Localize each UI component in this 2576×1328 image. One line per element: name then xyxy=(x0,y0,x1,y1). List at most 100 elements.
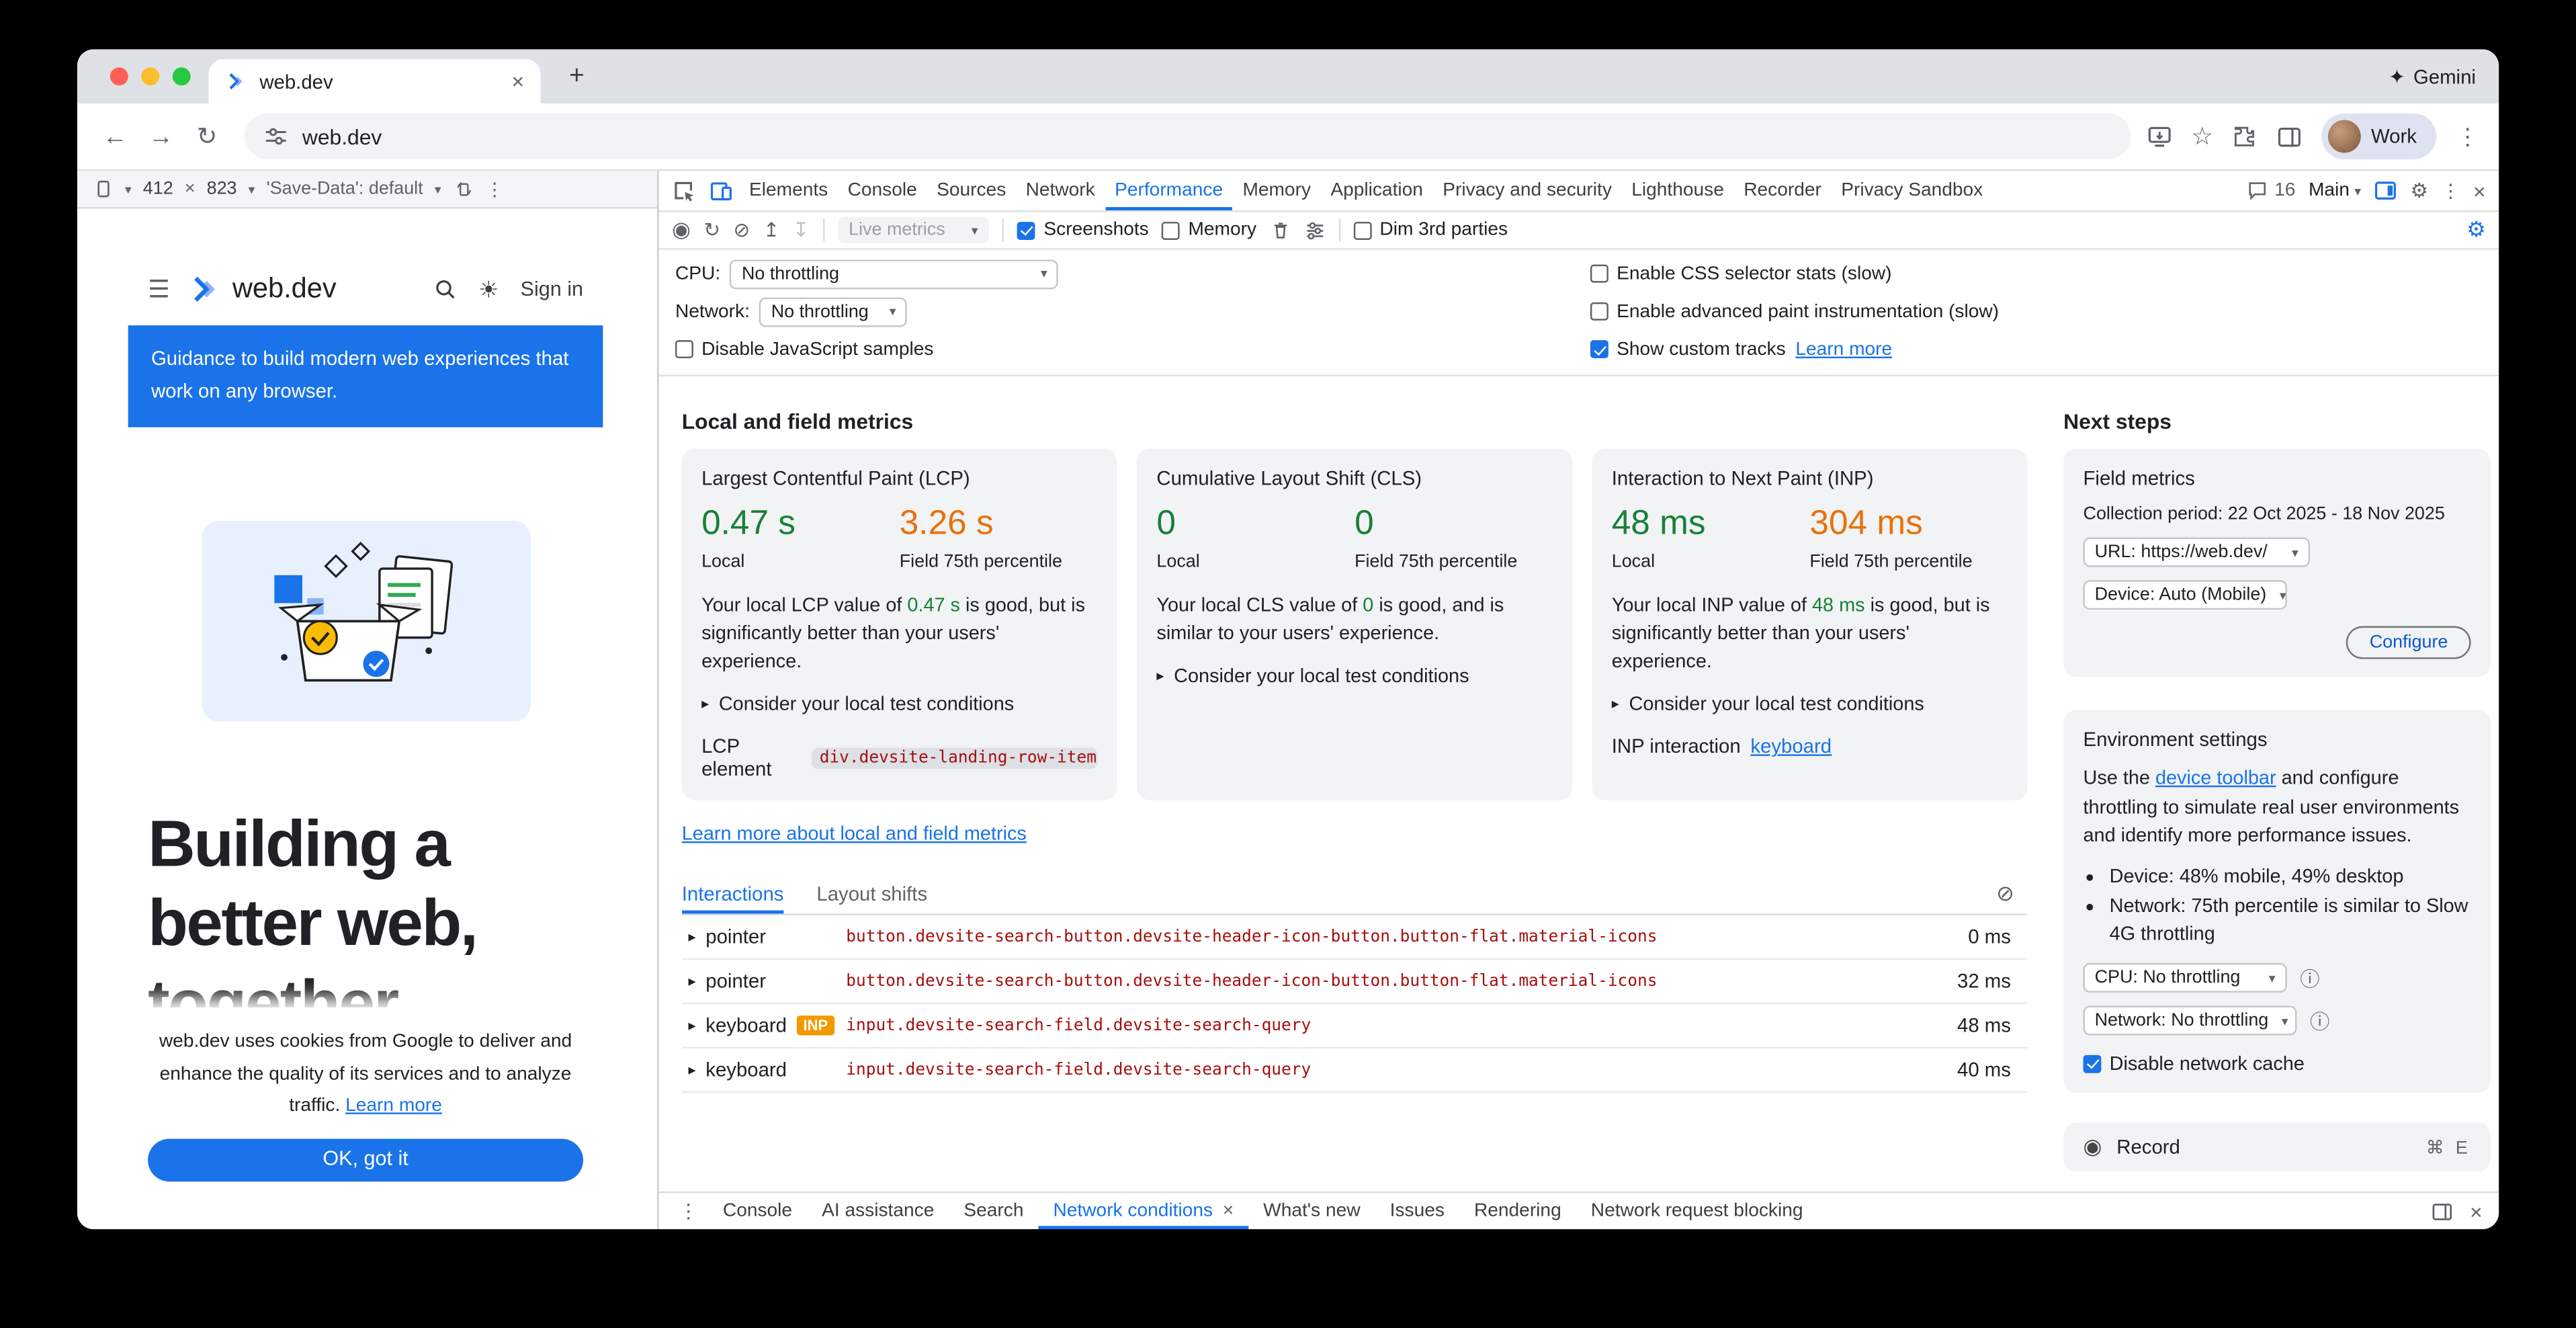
interaction-row[interactable]: ▸ keyboard INP input.devsite-search-fiel… xyxy=(682,1005,2028,1049)
interactions-tab[interactable]: Interactions xyxy=(682,873,784,914)
viewport-width-field[interactable]: 412 xyxy=(143,179,173,199)
screenshots-checkbox[interactable]: Screenshots xyxy=(1017,220,1148,240)
row-expander-icon[interactable]: ▸ xyxy=(689,972,696,991)
rotate-device-icon[interactable] xyxy=(453,179,474,199)
interaction-target-node[interactable]: input.devsite-search-field.devsite-searc… xyxy=(846,1061,1905,1079)
env-cpu-select[interactable]: CPU: No throttling ▾ xyxy=(2084,963,2287,993)
drawer-tab-ai-assistance[interactable]: AI assistance xyxy=(807,1193,949,1229)
device-select-caret-icon[interactable]: ▾ xyxy=(125,181,132,196)
gemini-button[interactable]: ✦ Gemini xyxy=(2389,65,2476,88)
address-bar[interactable]: web.dev xyxy=(245,114,2131,159)
dim-3rd-parties-checkbox-box[interactable] xyxy=(1353,221,1371,239)
search-icon[interactable] xyxy=(434,278,457,300)
show-custom-tracks-checkbox[interactable]: Show custom tracks xyxy=(1590,339,1786,359)
layout-shifts-tab[interactable]: Layout shifts xyxy=(816,873,927,914)
drawer-close-icon[interactable]: × xyxy=(2470,1199,2483,1224)
minimize-window-button[interactable] xyxy=(141,67,159,85)
close-window-button[interactable] xyxy=(110,67,128,85)
cookie-learn-more-link[interactable]: Learn more xyxy=(345,1097,442,1116)
drawer-tab-network-conditions[interactable]: Network conditions × xyxy=(1038,1193,1248,1229)
device-select-icon[interactable] xyxy=(93,179,113,199)
viewport-height-field[interactable]: 823 xyxy=(207,179,237,199)
save-profile-icon[interactable]: ↧ xyxy=(793,218,810,241)
disable-network-cache-box[interactable] xyxy=(2084,1054,2102,1073)
clear-icon[interactable]: ⊘ xyxy=(734,218,750,241)
custom-tracks-learn-more-link[interactable]: Learn more xyxy=(1795,339,1892,359)
promo-banner[interactable]: Guidance to build modern web experiences… xyxy=(128,325,603,427)
device-toolbar-link[interactable]: device toolbar xyxy=(2155,765,2276,788)
drawer-tab-network-request-blocking[interactable]: Network request blocking xyxy=(1576,1193,1818,1229)
devtools-tab-performance[interactable]: Performance xyxy=(1105,171,1232,210)
lcp-element-node-link[interactable]: div.devsite-landing-row-item-d… xyxy=(812,747,1098,769)
cls-conditions-expander[interactable]: ▸ Consider your local test conditions xyxy=(1156,664,1552,687)
metrics-learn-more-link[interactable]: Learn more about local and field metrics xyxy=(682,822,1027,845)
screenshots-checkbox-box[interactable] xyxy=(1017,221,1035,239)
drawer-tab-search[interactable]: Search xyxy=(949,1193,1038,1229)
expand-drawer-icon[interactable] xyxy=(2432,1200,2454,1222)
issues-counter[interactable]: 16 xyxy=(2248,181,2295,200)
extensions-puzzle-icon[interactable] xyxy=(2233,124,2258,149)
record-button[interactable]: ◉ Record ⌘ E xyxy=(2063,1122,2491,1171)
drawer-tab-whats-new[interactable]: What's new xyxy=(1248,1193,1375,1229)
paint-instrumentation-checkbox[interactable]: Enable advanced paint instrumentation (s… xyxy=(1590,302,1999,321)
browser-menu-icon[interactable]: ⋮ xyxy=(2456,122,2479,151)
row-expander-icon[interactable]: ▸ xyxy=(689,1061,696,1079)
record-icon[interactable]: ◉ xyxy=(672,217,691,243)
reload-button[interactable]: ↻ xyxy=(185,115,228,158)
memory-checkbox-box[interactable] xyxy=(1162,221,1180,239)
lcp-conditions-expander[interactable]: ▸ Consider your local test conditions xyxy=(701,692,1097,715)
new-tab-button[interactable]: + xyxy=(557,56,597,96)
devtools-menu-icon[interactable]: ⋮ xyxy=(2441,179,2460,202)
interaction-row[interactable]: ▸ pointer button.devsite-search-button.d… xyxy=(682,960,2028,1005)
devtools-close-icon[interactable]: × xyxy=(2473,178,2486,203)
devtools-tab-sources[interactable]: Sources xyxy=(927,171,1015,210)
row-expander-icon[interactable]: ▸ xyxy=(689,928,696,946)
dock-side-icon[interactable] xyxy=(2374,179,2397,202)
devtools-tab-elements[interactable]: Elements xyxy=(739,171,838,210)
drawer-tab-close-icon[interactable]: × xyxy=(1223,1201,1234,1220)
inp-interaction-link[interactable]: keyboard xyxy=(1750,735,1832,758)
row-expander-icon[interactable]: ▸ xyxy=(689,1017,696,1035)
forward-button[interactable]: → xyxy=(140,115,183,158)
inspect-element-icon[interactable] xyxy=(664,171,701,210)
disable-network-cache-checkbox[interactable]: Disable network cache xyxy=(2084,1052,2305,1075)
configure-button[interactable]: Configure xyxy=(2346,626,2471,659)
device-toolbar-toggle-icon[interactable] xyxy=(701,171,739,210)
dim-3rd-parties-checkbox[interactable]: Dim 3rd parties xyxy=(1353,220,1508,240)
drawer-tab-issues[interactable]: Issues xyxy=(1375,1193,1459,1229)
disable-js-samples-box[interactable] xyxy=(675,340,693,358)
drawer-tab-console[interactable]: Console xyxy=(708,1193,807,1229)
devtools-tab-memory[interactable]: Memory xyxy=(1233,171,1321,210)
devtools-tab-privacy-sandbox[interactable]: Privacy Sandbox xyxy=(1832,171,1993,210)
field-device-select[interactable]: Device: Auto (Mobile) ▾ xyxy=(2084,580,2287,610)
devtools-tab-privacy-security[interactable]: Privacy and security xyxy=(1433,171,1622,210)
interaction-target-node[interactable]: input.devsite-search-field.devsite-searc… xyxy=(846,1017,1905,1035)
profile-chip[interactable]: Work xyxy=(2322,114,2437,159)
garbage-collect-icon[interactable] xyxy=(1270,219,1291,241)
inp-conditions-expander[interactable]: ▸ Consider your local test conditions xyxy=(1612,692,2008,715)
memory-checkbox[interactable]: Memory xyxy=(1162,220,1256,240)
sign-in-link[interactable]: Sign in xyxy=(521,278,583,300)
paint-instrumentation-box[interactable] xyxy=(1590,302,1608,321)
css-selector-stats-box[interactable] xyxy=(1590,265,1608,283)
maximize-window-button[interactable] xyxy=(173,67,191,85)
js-context-select[interactable]: Main ▾ xyxy=(2309,181,2361,200)
back-button[interactable]: ← xyxy=(93,115,136,158)
capture-settings-gear-icon[interactable]: ⚙ xyxy=(2466,217,2486,243)
interaction-target-node[interactable]: button.devsite-search-button.devsite-hea… xyxy=(846,972,1905,991)
drawer-tab-rendering[interactable]: Rendering xyxy=(1459,1193,1576,1229)
interaction-row[interactable]: ▸ keyboard input.devsite-search-field.de… xyxy=(682,1049,2028,1093)
env-network-select[interactable]: Network: No throttling ▾ xyxy=(2084,1006,2297,1036)
drawer-menu-icon[interactable]: ⋮ xyxy=(669,1200,708,1222)
browser-tab[interactable]: web.dev × xyxy=(209,59,541,103)
bookmark-star-icon[interactable]: ☆ xyxy=(2191,122,2213,151)
record-reload-icon[interactable]: ↻ xyxy=(703,218,720,241)
devtools-tab-console[interactable]: Console xyxy=(838,171,927,210)
side-panel-icon[interactable] xyxy=(2278,124,2303,149)
interaction-row[interactable]: ▸ pointer button.devsite-search-button.d… xyxy=(682,916,2028,960)
site-logo[interactable]: web.dev xyxy=(189,273,336,306)
devtools-tab-network[interactable]: Network xyxy=(1016,171,1105,210)
tab-close-icon[interactable]: × xyxy=(511,71,524,92)
network-info-icon[interactable]: ⓘ xyxy=(2310,1007,2329,1035)
devtools-tab-lighthouse[interactable]: Lighthouse xyxy=(1622,171,1734,210)
